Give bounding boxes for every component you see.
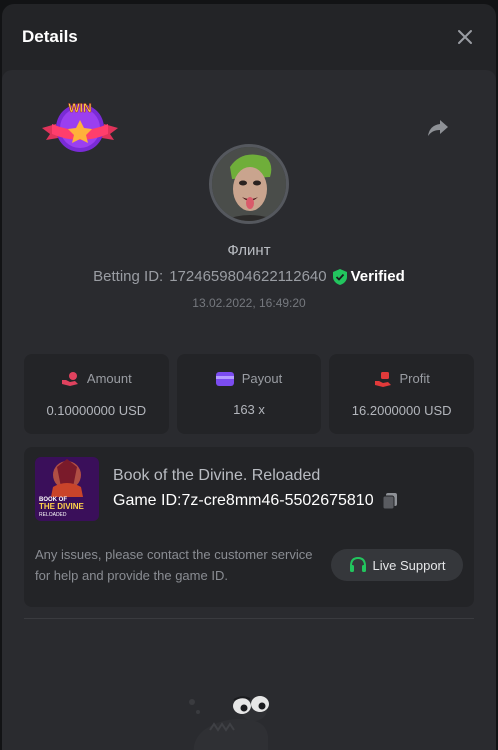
details-modal: Details WIN Флинт Betting ID: 1724659804… (2, 4, 496, 750)
game-id-text: Game ID:7z-cre8mm46-5502675810 (113, 492, 374, 510)
verified-label: Verified (350, 268, 405, 285)
stat-label: Profit (399, 371, 430, 386)
verified-badge: Verified (332, 268, 405, 285)
stat-label: Payout (241, 371, 283, 386)
game-id-label: Game ID: (113, 492, 182, 509)
avatar (209, 144, 289, 224)
game-card: BOOK OF THE DIVINE RELOADED Book of the … (24, 447, 474, 607)
game-thumbnail[interactable]: BOOK OF THE DIVINE RELOADED (35, 457, 99, 521)
stat-value: 0.10000000 USD (46, 402, 147, 418)
modal-title: Details (22, 27, 78, 46)
game-name[interactable]: Book of the Divine. Reloaded (113, 467, 320, 485)
hand-gift-icon (374, 371, 391, 387)
crocodile-mascot-icon (189, 696, 269, 750)
stat-label: Amount (86, 371, 132, 386)
betting-id-row: Betting ID: 1724659804622112640 Verified (2, 268, 496, 285)
headset-icon (349, 556, 366, 572)
stats-row: Amount 0.10000000 USD Payout 163 x Profi… (24, 354, 475, 434)
live-support-button[interactable]: Live Support (331, 549, 463, 581)
betting-id-label: Betting ID: (93, 268, 164, 285)
stat-payout: Payout 163 x (176, 354, 322, 434)
shield-check-icon (332, 268, 347, 285)
support-message: Any issues, please contact the customer … (35, 547, 313, 583)
share-icon[interactable] (426, 116, 450, 140)
win-badge-text: WIN (68, 101, 91, 115)
live-support-label: Live Support (372, 557, 446, 573)
bet-details-panel: WIN Флинт Betting ID: 172465980462211264… (2, 70, 496, 750)
game-id-value: 7z-cre8mm46-5502675810 (181, 492, 374, 509)
player-name: Флинт (227, 242, 271, 259)
hand-coin-icon (61, 371, 78, 386)
stat-amount: Amount 0.10000000 USD (24, 354, 169, 434)
game-id-row: Game ID:7z-cre8mm46-5502675810 (113, 492, 398, 510)
stat-value: 163 x (233, 402, 265, 417)
close-icon[interactable] (454, 26, 476, 48)
bet-datetime: 13.02.2022, 16:49:20 (192, 296, 306, 310)
betting-id-value: 1724659804622112640 (169, 268, 327, 285)
stat-profit: Profit 16.2000000 USD (329, 354, 475, 434)
divider (24, 618, 474, 619)
thumb-subtitle: RELOADED (39, 512, 67, 518)
stat-value: 16.2000000 USD (351, 402, 452, 418)
copy-icon[interactable] (382, 493, 398, 509)
modal-header: Details (2, 4, 496, 70)
thumb-title-line-2: THE DIVINE (39, 502, 85, 511)
win-badge-icon: WIN (42, 101, 118, 152)
wallet-card-icon (215, 371, 234, 386)
